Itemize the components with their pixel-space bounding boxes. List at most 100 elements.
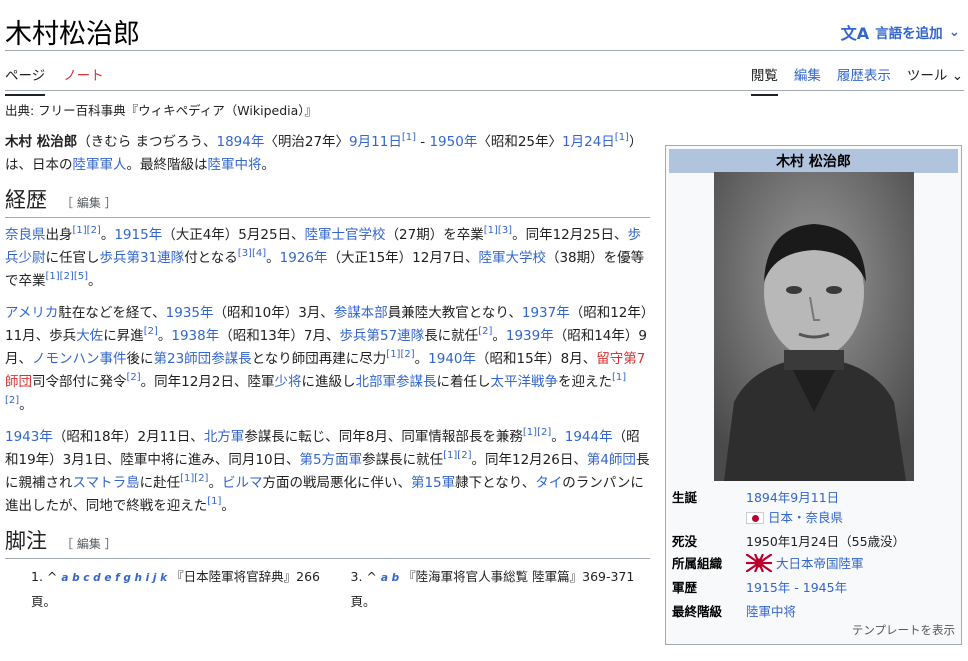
ref-link[interactable]: [2] — [144, 326, 158, 337]
body-text: 駐在などを経て、 — [58, 305, 166, 321]
wiki-link[interactable]: 北方軍 — [204, 429, 245, 445]
link-birth-year[interactable]: 1894年 — [217, 134, 265, 150]
body-text: に着任し — [436, 374, 491, 390]
wiki-link[interactable]: 奈良県 — [5, 227, 46, 243]
infobox-value[interactable]: 1894年9月11日 — [746, 487, 957, 506]
wiki-link[interactable]: 1944年 — [565, 429, 613, 445]
wiki-link[interactable]: 太平洋戦争 — [490, 374, 558, 390]
wiki-link[interactable]: 陸軍大学校 — [478, 250, 546, 266]
section-edit-link[interactable]: ［ 編集 ］ — [61, 533, 117, 556]
body-text: 員兼陸大教官となり、 — [387, 305, 522, 321]
ref-link[interactable]: [1][2] — [386, 349, 414, 360]
footnote-backlinks[interactable]: a b — [381, 572, 399, 584]
body-text: 。 — [551, 429, 565, 445]
ref-link[interactable]: [1][2] — [523, 427, 551, 438]
body-text: 参謀長に就任 — [362, 452, 444, 468]
wiki-link[interactable]: 1937年 — [522, 305, 570, 321]
wiki-link[interactable]: タイ — [535, 475, 562, 491]
add-language-button[interactable]: 文A 言語を追加 ⌄ — [841, 20, 960, 44]
body-text: に赴任 — [139, 475, 181, 491]
article-subject: 木村 松治郎 — [5, 134, 78, 150]
link-final-rank[interactable]: 陸軍中将 — [208, 157, 262, 173]
footnote-number: 1. — [31, 569, 43, 584]
tab-talk[interactable]: ノート — [63, 64, 104, 96]
wiki-link[interactable]: 1939年 — [506, 328, 554, 344]
wiki-link[interactable]: 大佐 — [76, 328, 103, 344]
infobox-row-allegiance: 所属組織 大日本帝国陸軍 — [672, 553, 957, 572]
body-text: に任官し — [45, 250, 100, 266]
infobox-value[interactable]: 陸軍中将 — [746, 601, 957, 620]
wiki-link[interactable]: 参謀本部 — [334, 305, 388, 321]
wiki-link[interactable]: 北部軍 — [355, 374, 396, 390]
ref-link[interactable]: [1] — [615, 132, 629, 143]
tab-page[interactable]: ページ — [5, 64, 46, 96]
wiki-link[interactable]: 陸軍士官学校 — [305, 227, 386, 243]
intro-text: 。最終階級は — [126, 157, 208, 173]
body-text: 。 — [208, 475, 222, 491]
body-text: 。同年12月26日、 — [471, 452, 587, 468]
tab-read[interactable]: 閲覧 — [750, 64, 778, 96]
intro-paragraph: 木村 松治郎（きむら まつぢろう、1894年〈明治27年〉9月11日[1] - … — [5, 131, 650, 177]
wiki-link[interactable]: 1940年 — [428, 351, 476, 367]
ref-link[interactable]: [1][2][5] — [46, 271, 89, 282]
link-army-person[interactable]: 陸軍軍人 — [73, 157, 127, 173]
body-text: （大正4年）5月25日、 — [162, 227, 305, 243]
section-edit-link[interactable]: ［ 編集 ］ — [61, 192, 117, 215]
wiki-link[interactable]: 1935年 — [166, 305, 214, 321]
wiki-link[interactable]: 歩兵第57連隊 — [340, 328, 425, 344]
ref-link[interactable]: [1][2] — [180, 473, 208, 484]
body-text: （昭和13年）7月、 — [219, 328, 340, 344]
body-text: となり師団再建に尽力 — [251, 351, 387, 367]
link-birth-date[interactable]: 9月11日 — [349, 134, 402, 150]
wiki-link[interactable]: ノモンハン事件 — [32, 351, 127, 367]
ref-link[interactable]: [2] — [478, 326, 492, 337]
wiki-link[interactable]: 1938年 — [171, 328, 219, 344]
wiki-link[interactable]: 1943年 — [5, 429, 53, 445]
wiki-link[interactable]: 1926年 — [280, 250, 328, 266]
infobox-value[interactable]: 1950年1月24日（55歳没） — [746, 531, 957, 550]
ref-link[interactable]: [1] — [207, 496, 221, 507]
wiki-link[interactable]: 第4師団 — [587, 452, 636, 468]
wiki-link[interactable]: 第15軍 — [411, 475, 455, 491]
wiki-link[interactable]: スマトラ島 — [73, 475, 140, 491]
ref-link[interactable]: [2] — [127, 372, 141, 383]
portrait-photo[interactable] — [714, 172, 914, 481]
link-death-date[interactable]: 1月24日 — [562, 134, 615, 150]
infobox-row-rank: 最終階級 陸軍中将 — [672, 601, 957, 620]
ref-link[interactable]: [1][3] — [484, 225, 512, 236]
body-text: 付となる — [184, 250, 238, 266]
infobox-title: 木村 松治郎 — [669, 149, 958, 173]
wiki-link[interactable]: 参謀長 — [396, 374, 437, 390]
wiki-link[interactable]: ビルマ — [222, 475, 263, 491]
wiki-link[interactable]: 歩兵第31連隊 — [100, 250, 185, 266]
ref-link[interactable]: [1][2] — [73, 225, 101, 236]
tools-label: ツール — [906, 68, 948, 84]
infobox-value[interactable]: 日本・奈良県 — [768, 510, 843, 525]
infobox-value[interactable]: 大日本帝国陸軍 — [776, 556, 864, 571]
ref-link[interactable]: [1][2] — [443, 450, 471, 461]
ref-link[interactable]: [3][4] — [238, 248, 266, 259]
page-title: 木村松治郎 — [5, 19, 140, 50]
body-text: を迎えた — [557, 374, 612, 390]
intro-text: 。 — [261, 157, 276, 173]
wiki-link[interactable]: 1915年 — [114, 227, 162, 243]
ref-link[interactable]: [1] — [402, 132, 416, 143]
link-death-year[interactable]: 1950年 — [429, 134, 477, 150]
footnote-backlinks[interactable]: a b c d e f g h i j k — [61, 572, 167, 584]
wiki-link[interactable]: 第23師団 — [154, 351, 212, 367]
wiki-link[interactable]: 第5方面軍 — [300, 452, 363, 468]
body-text: （大正15年）12月7日、 — [327, 250, 479, 266]
footnote-item: 1. ^ a b c d e f g h i j k 『日本陸軍将官辞典』266… — [31, 565, 331, 614]
infobox-label: 所属組織 — [672, 556, 723, 571]
wiki-link[interactable]: 少将 — [274, 374, 301, 390]
wiki-link[interactable]: アメリカ — [5, 305, 58, 321]
show-template-link[interactable]: テンプレートを表示 — [852, 622, 955, 638]
infobox-value[interactable]: 1915年 - 1945年 — [746, 577, 957, 596]
infobox-label: 軍歴 — [672, 580, 698, 595]
footnote-number: 3. — [350, 569, 363, 584]
wiki-link[interactable]: 参謀長 — [211, 351, 252, 367]
body-text: 隷下となり、 — [455, 475, 536, 491]
footnote-caret: ^ — [46, 569, 58, 584]
body-text: （27期）を卒業 — [385, 227, 484, 243]
add-language-label: 言語を追加 — [875, 26, 943, 42]
